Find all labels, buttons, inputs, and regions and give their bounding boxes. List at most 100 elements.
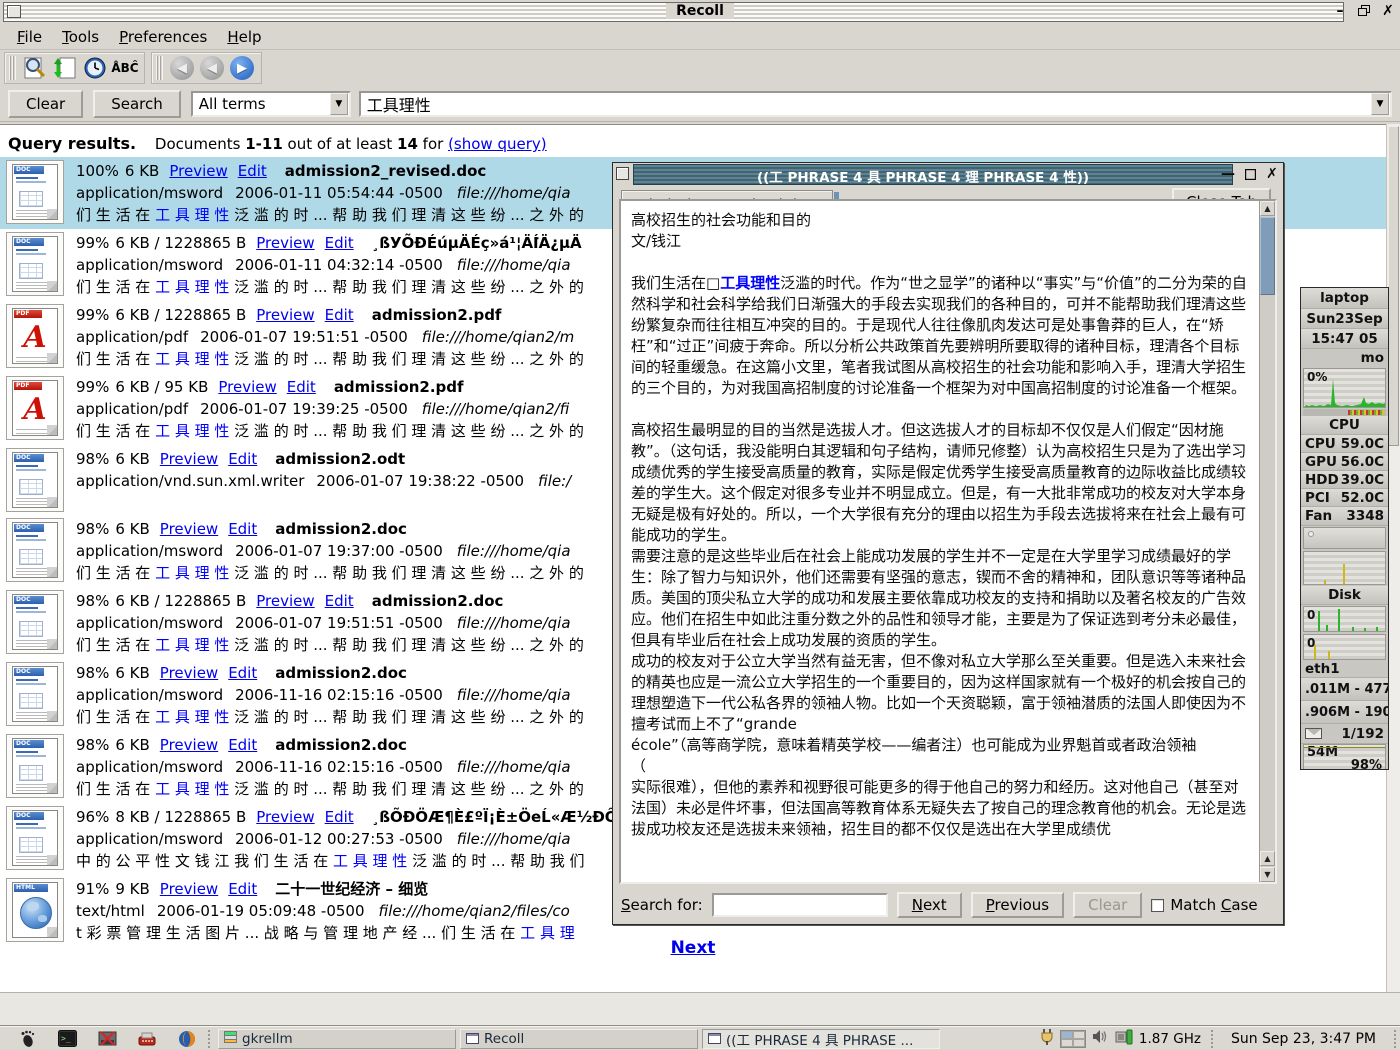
history-clock-icon[interactable] [82,55,108,81]
menu-preferences[interactable]: Preferences [110,26,216,48]
edit-link[interactable]: Edit [228,736,257,754]
disk-chart-2[interactable]: 0 [1303,634,1386,660]
firefox-launcher-icon[interactable] [174,1029,200,1049]
edit-link[interactable]: Edit [228,450,257,468]
preview-link[interactable]: Preview [218,378,276,396]
preview-link[interactable]: Preview [169,162,227,180]
toolbar-grip[interactable] [9,56,16,80]
cpu-usage-chart[interactable]: 0% [1303,368,1386,408]
minimize-icon[interactable]: – [1332,3,1348,19]
volume-icon[interactable] [1092,1029,1109,1048]
close-icon[interactable]: ✗ [1380,3,1396,19]
edit-link[interactable]: Edit [325,808,354,826]
preview-scrollbar[interactable]: ▲ ▲ ▼ [1259,201,1275,882]
edit-link[interactable]: Edit [228,520,257,538]
gkrellm-monitor[interactable]: laptop Sun23Sep 15:47 05 mo 0% CPU CPU59… [1300,287,1389,770]
preview-maximize-icon[interactable] [1242,166,1258,182]
edge-handle[interactable] [1392,1030,1398,1048]
result-url: file:///home/qian2/files/co [379,902,570,920]
terminal-launcher-icon[interactable]: >_ [54,1029,80,1049]
edit-link[interactable]: Edit [325,234,354,252]
pdf-file-icon[interactable]: PDFA [6,376,64,440]
find-previous-button[interactable]: Previous [971,892,1064,918]
pdf-file-icon[interactable]: PDFA [6,304,64,368]
preview-scrollbar-thumb[interactable] [1260,217,1275,295]
cpu-freq-icon[interactable] [1115,1029,1133,1049]
preview-link[interactable]: Preview [256,306,314,324]
next-page-button[interactable]: ▶ [230,56,254,80]
html-file-icon[interactable]: HTML [6,878,64,942]
preview-link[interactable]: Preview [160,520,218,538]
search-button[interactable]: Search [93,90,181,118]
workspace-switcher[interactable] [1060,1030,1086,1048]
query-history-icon[interactable]: ▼ [1371,93,1389,115]
doc-file-icon[interactable]: DOC [6,448,64,512]
menu-tools[interactable]: Tools [53,26,108,48]
gnome-menu-icon[interactable] [14,1029,40,1049]
fan-panel[interactable] [1303,527,1386,549]
advanced-search-icon[interactable] [22,55,48,81]
match-case-checkbox[interactable] [1151,899,1164,912]
sort-parameters-icon[interactable] [52,55,78,81]
edit-link[interactable]: Edit [325,306,354,324]
chevron-down-icon[interactable]: ▼ [330,93,348,115]
preview-search-input[interactable] [712,893,888,917]
task-button[interactable]: ((工 PHRASE 4 具 PHRASE ... [702,1029,940,1049]
battery-chart[interactable] [1303,551,1386,585]
preview-link[interactable]: Preview [160,664,218,682]
find-clear-button[interactable]: Clear [1073,892,1142,918]
edit-link[interactable]: Edit [325,592,354,610]
doc-file-icon[interactable]: DOC [6,232,64,296]
first-page-button[interactable]: ◀ [170,56,194,80]
doc-file-icon[interactable]: DOC [6,662,64,726]
result-title: admission2.doc [372,592,504,610]
preview-titlebar[interactable]: ((工 PHRASE 4 具 PHRASE 4 理 PHRASE 4 性)) —… [613,163,1283,186]
scroll-down-icon[interactable]: ▼ [1260,867,1275,882]
task-button[interactable]: Recoll [460,1029,698,1049]
task-button[interactable]: gkrellm [218,1029,456,1049]
doc-file-icon[interactable]: DOC [6,160,64,224]
edit-link[interactable]: Edit [228,664,257,682]
results-scrollbar-thumb[interactable] [1388,126,1399,446]
preview-close-icon[interactable]: ✗ [1264,166,1280,182]
taskbar-clock[interactable]: Sun Sep 23, 3:47 PM [1231,1031,1376,1047]
prev-page-button[interactable]: ◀ [200,56,224,80]
menu-help[interactable]: Help [218,26,270,48]
doc-file-icon[interactable]: DOC [6,590,64,654]
search-mode-select[interactable]: All terms ▼ [191,91,351,117]
taskbar-handle[interactable] [206,1030,212,1048]
tray-handle[interactable] [1209,1030,1215,1048]
preview-link[interactable]: Preview [160,736,218,754]
power-plug-icon[interactable] [1040,1028,1054,1050]
next-results-link[interactable]: Next [671,938,716,958]
scroll-up-icon[interactable]: ▲ [1260,851,1275,866]
preview-link[interactable]: Preview [160,880,218,898]
typewriter-launcher-icon[interactable] [134,1029,160,1049]
cpu-krell-slider[interactable] [1303,409,1386,416]
edit-link[interactable]: Edit [238,162,267,180]
preview-text[interactable]: 高校招生的社会功能和目的 文/钱江我们生活在□工具理性泛滥的时代。作为“世之显学… [621,201,1259,882]
restore-icon[interactable] [1356,3,1372,19]
edit-link[interactable]: Edit [287,378,316,396]
scroll-up-icon[interactable]: ▲ [1260,201,1275,216]
doc-file-icon[interactable]: DOC [6,518,64,582]
edit-link[interactable]: Edit [228,880,257,898]
toolbar-grip[interactable] [156,56,163,80]
preview-link[interactable]: Preview [256,808,314,826]
menu-file[interactable]: File [8,26,51,48]
doc-file-icon[interactable]: DOC [6,806,64,870]
xkill-launcher-icon[interactable] [94,1029,120,1049]
memory-panel[interactable]: 54M 98% [1303,744,1386,770]
query-input[interactable]: 工具理性 ▼ [359,91,1392,117]
preview-link[interactable]: Preview [160,450,218,468]
disk-chart-1[interactable]: 0 [1303,606,1386,632]
term-explorer-icon[interactable]: ÅBĈ [112,55,138,81]
mail-row[interactable]: 1/192 [1301,724,1388,744]
clear-button[interactable]: Clear [8,90,83,118]
doc-file-icon[interactable]: DOC [6,734,64,798]
show-query-link[interactable]: (show query) [448,135,547,153]
preview-link[interactable]: Preview [256,592,314,610]
preview-link[interactable]: Preview [256,234,314,252]
find-next-button[interactable]: Next [897,892,962,918]
preview-minimize-icon[interactable]: — [1220,166,1236,182]
